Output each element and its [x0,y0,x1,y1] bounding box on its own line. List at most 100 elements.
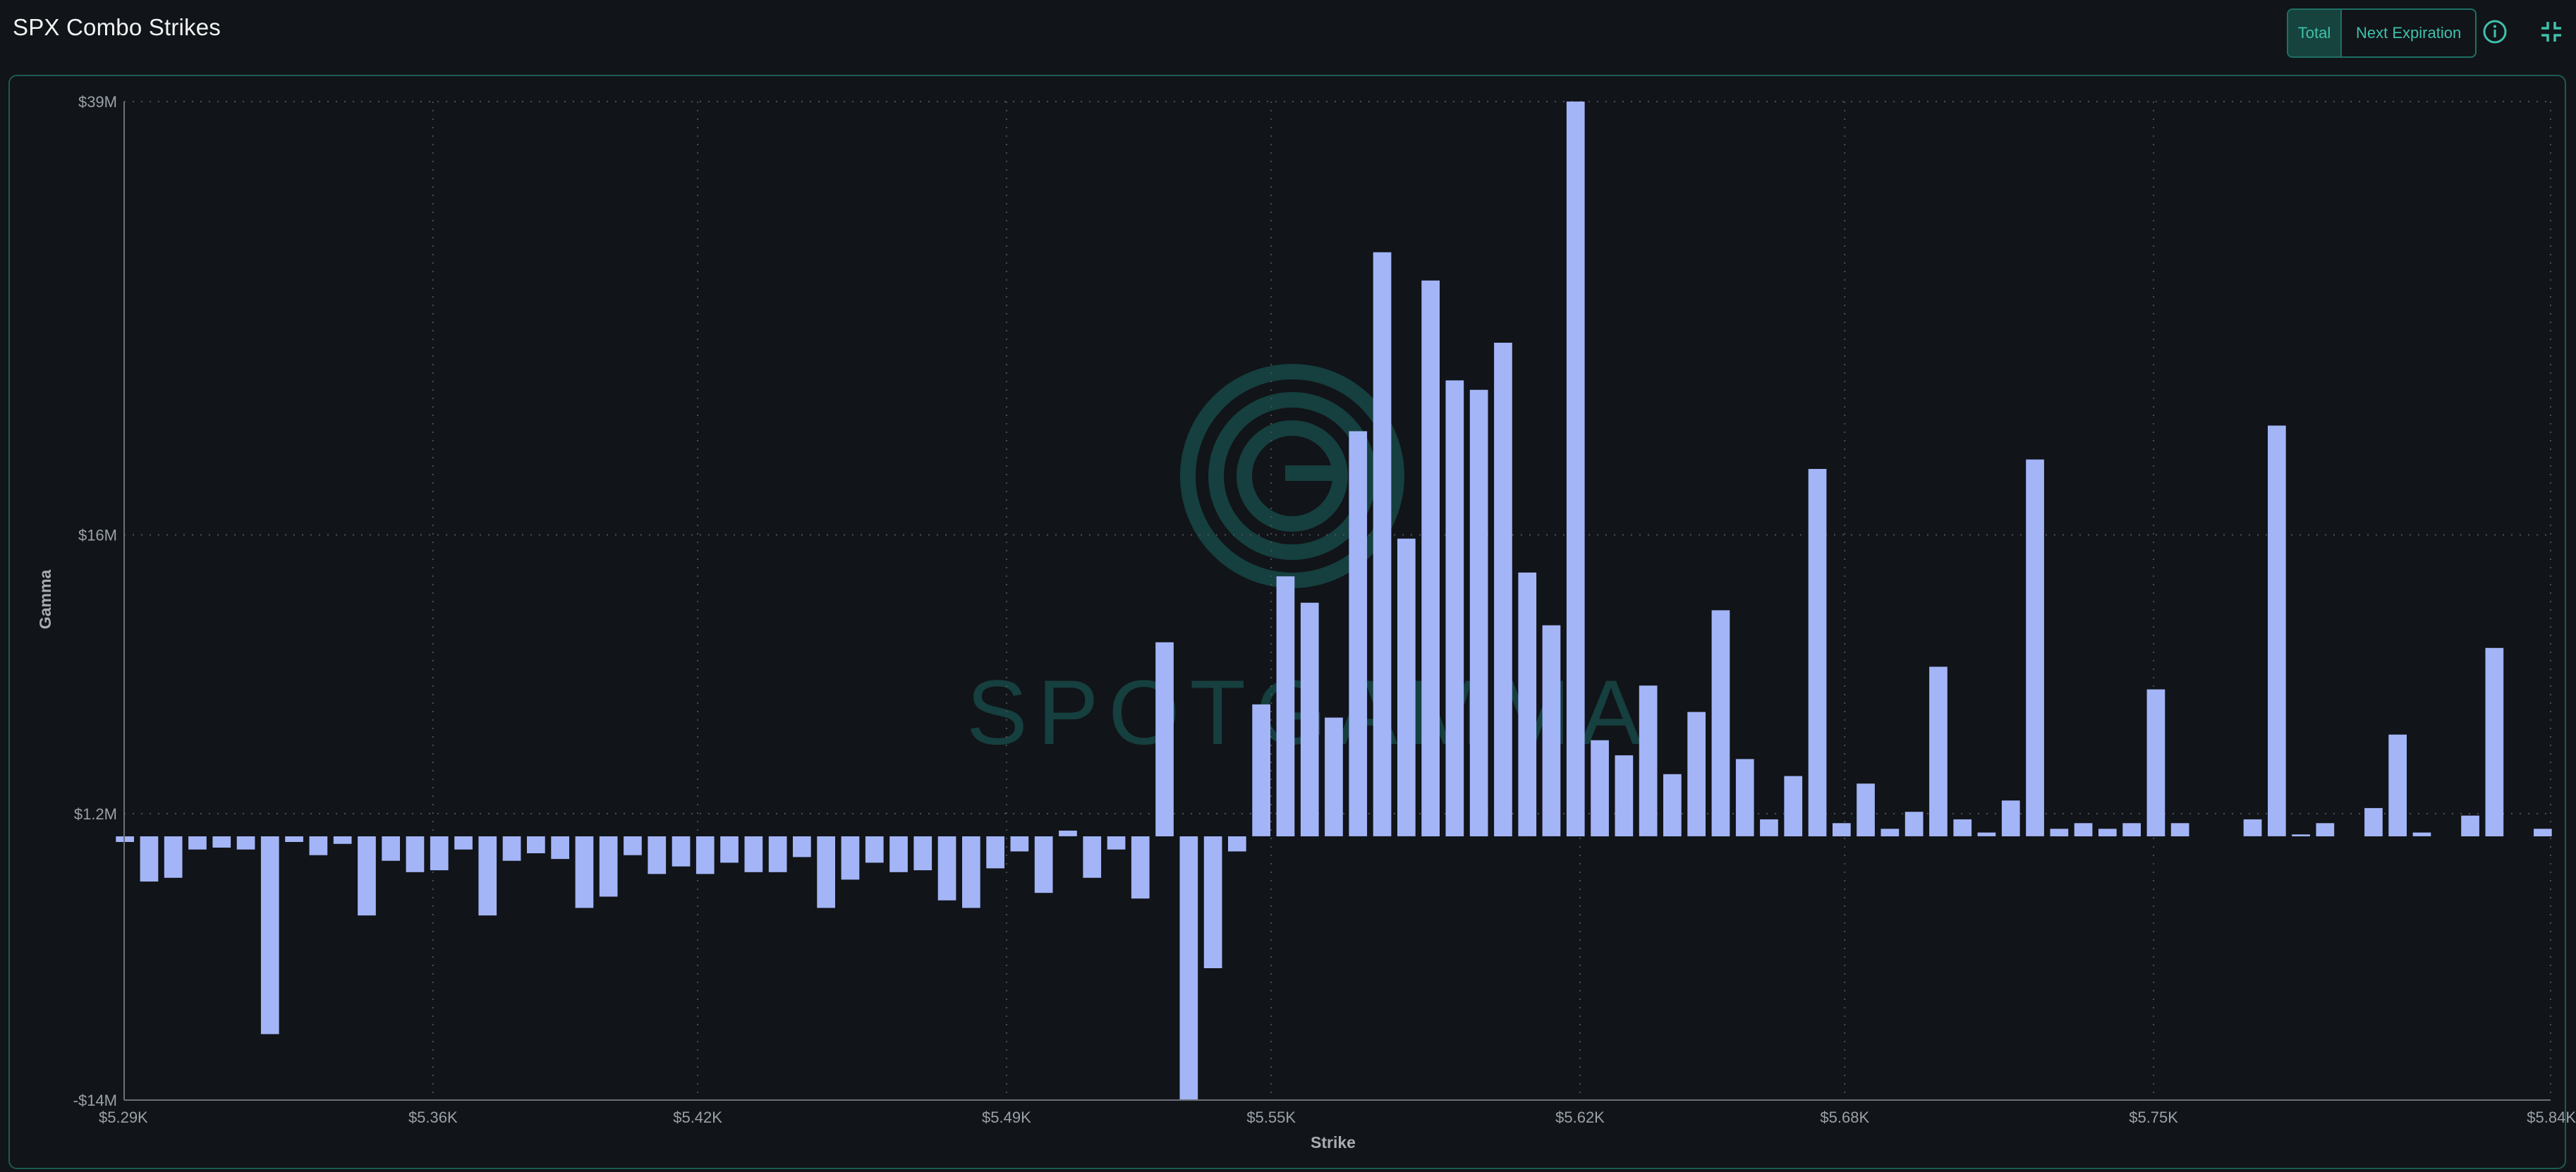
bar [1591,740,1609,836]
bar [1953,819,1972,836]
bar [1349,431,1368,836]
x-tick-label: $5.68K [1820,1109,1869,1126]
bar [1034,836,1053,893]
bar [309,836,328,855]
bar [188,836,207,850]
bar [2170,823,2189,836]
bar [164,836,183,878]
bar [2050,829,2069,836]
bar [333,836,352,844]
bar [1711,610,1730,836]
bar [1808,469,1827,836]
bar [2268,425,2286,836]
bar [841,836,860,880]
bar [913,836,932,871]
bar [1228,836,1246,852]
bar [1445,380,1464,836]
bar [2485,647,2504,836]
x-tick-label: $5.84K [2527,1109,2576,1126]
bar [2534,829,2552,836]
bar [1784,776,1803,836]
bar [2316,823,2335,836]
bar [1373,252,1392,836]
y-tick-label: $39M [78,93,117,111]
bar [768,836,787,872]
bar [551,836,569,860]
bar [2122,823,2141,836]
bar [1276,576,1295,836]
bar [1542,625,1561,836]
bar [986,836,1004,869]
bar [2074,823,2093,836]
bar [1566,102,1585,836]
bar [865,836,884,863]
bar [1059,830,1077,836]
bar [2364,807,2383,836]
bar [2461,815,2479,836]
bar [212,836,231,848]
combo-strikes-chart: SPOTGAMMA $39M$16M$1.2M-$14M $5.29K$5.36… [36,93,2576,1152]
bar [1615,755,1634,836]
bar [1325,717,1343,836]
bar [648,836,667,874]
bar [1881,829,1900,836]
y-ticks: $39M $16M $1.2M -$14M [73,93,117,1109]
bar [937,836,956,901]
bar [2388,734,2407,836]
bar [695,836,715,874]
x-ticks: $5.29K $5.36K $5.42K $5.49K $5.55K $5.62K $5.6… [99,1109,2576,1126]
bar [817,836,835,908]
bar [2026,459,2044,836]
bar [575,836,594,908]
bar [1300,602,1319,836]
bar [2098,829,2117,836]
bar [1131,836,1150,899]
bar [1397,538,1416,836]
bar [672,836,691,867]
bar [260,836,279,1034]
bar [1857,783,1875,836]
bar [1179,836,1198,1100]
bar [1083,836,1102,878]
x-tick-label: $5.29K [99,1109,148,1126]
bar [1760,819,1778,836]
bar [406,836,425,872]
bar [889,836,908,872]
bar [1252,704,1270,836]
bar [1929,666,1948,836]
bar [1494,343,1512,836]
bar [1203,836,1222,968]
bar [2292,834,2310,836]
x-tick-label: $5.36K [408,1109,458,1126]
bar [1663,774,1682,836]
bar [502,836,521,861]
x-tick-label: $5.75K [2129,1109,2178,1126]
bar [454,836,473,850]
bar [1469,389,1488,836]
bar [793,836,811,857]
bar [236,836,255,850]
bar [1107,836,1126,850]
bar [382,836,400,861]
bar [720,836,739,863]
bar [599,836,618,897]
bar [962,836,980,908]
bar [2243,819,2262,836]
bar [285,836,303,842]
axes [123,102,2551,1101]
bar [430,836,449,871]
bar [1833,823,1851,836]
bar [358,836,376,916]
bar [527,836,545,853]
bar [744,836,763,872]
grid [123,101,2551,1101]
bar [1687,712,1706,836]
bar [2412,832,2431,836]
x-tick-label: $5.62K [1555,1109,1605,1126]
bar [2146,689,2165,836]
bar [1155,642,1174,836]
x-tick-label: $5.55K [1246,1109,1296,1126]
bar [1977,832,1996,836]
bar [1518,572,1537,836]
bar [478,836,497,916]
